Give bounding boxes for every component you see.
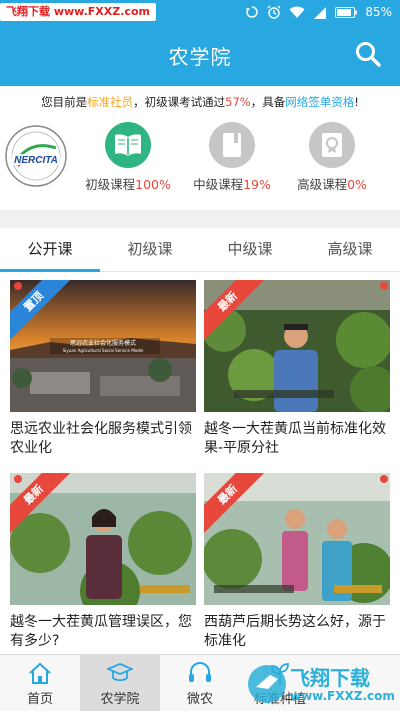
member-status-text: 您目前是标准社员，初级课考试通过57%，具备网络签单资格! — [0, 94, 400, 110]
home-icon — [29, 662, 51, 684]
status-icons: 85% — [245, 3, 392, 21]
watermark-logo-icon — [248, 665, 286, 703]
course-card[interactable]: 最新 越冬一大茬黄瓜当前标准化效果-平原分社 — [204, 280, 390, 460]
course-level-row: NERCITA 初级课程100% 中级课程19% 高级课程0% — [0, 118, 400, 196]
book-icon — [105, 122, 151, 168]
course-thumbnail: 思远农业社会化服务模式 Siyuan Agricultural Social S… — [10, 280, 196, 412]
course-thumbnail: 最新 — [10, 473, 196, 605]
nav-academy-label: 农学院 — [100, 692, 140, 707]
app-header: 农学院 — [0, 24, 400, 86]
level-primary-percent: 100% — [135, 177, 171, 192]
signal-icon — [314, 6, 327, 19]
alarm-icon — [267, 5, 281, 19]
battery-level: 85% — [365, 5, 392, 19]
status-bar: 飞翔下载 www.FXXZ.com 85% — [0, 0, 400, 24]
nercita-logo: NERCITA — [5, 125, 67, 187]
member-type: 标准社员 — [87, 95, 134, 109]
thumbnail-caption-en: Siyuan Agricultural Social Service Model — [63, 348, 143, 353]
nav-home-label: 首页 — [26, 692, 53, 707]
course-tabs: 公开课 初级课 中级课 高级课 — [0, 228, 400, 272]
nav-academy[interactable]: 农学院 — [80, 655, 160, 711]
tab-advanced[interactable]: 高级课 — [300, 228, 400, 271]
course-title[interactable]: 越冬一大茬黄瓜当前标准化效果-平原分社 — [204, 420, 390, 460]
course-title[interactable]: 越冬一大茬黄瓜管理误区，您有多少? — [10, 613, 196, 653]
watermark-text: 飞翔下载 — [290, 666, 370, 690]
download-site-watermark: 飞翔下载 www.FXXZ.com — [0, 3, 156, 21]
member-middle: ，初级课考试通过 — [133, 95, 226, 109]
tab-public[interactable]: 公开课 — [0, 228, 100, 272]
course-card[interactable]: 最新 西葫芦后期长势这么好，源于标准化 — [204, 473, 390, 653]
graduation-cap-icon — [107, 663, 133, 682]
nav-weinong-label: 微农 — [186, 692, 213, 707]
section-divider — [0, 210, 400, 228]
logo-text: NERCITA — [14, 155, 58, 166]
course-card[interactable]: 思远农业社会化服务模式 Siyuan Agricultural Social S… — [10, 280, 196, 460]
course-card[interactable]: 最新 越冬一大茬黄瓜管理误区，您有多少? — [10, 473, 196, 653]
qualification-link[interactable]: 网络签单资格 — [285, 95, 354, 109]
level-advanced-percent: 0% — [347, 177, 367, 192]
course-thumbnail: 最新 — [204, 280, 390, 412]
pass-rate: 57% — [225, 95, 251, 109]
member-middle2: ，具备 — [250, 95, 286, 109]
tab-intermediate[interactable]: 中级课 — [200, 228, 300, 271]
watermark-url: www.FXXZ.com — [290, 689, 395, 703]
tab-primary[interactable]: 初级课 — [100, 228, 200, 271]
level-advanced-label: 高级课程 — [297, 177, 348, 192]
level-primary[interactable]: 初级课程100% — [76, 122, 180, 193]
nav-weinong[interactable]: 微农 — [160, 655, 240, 711]
thumbnail-caption: 思远农业社会化服务模式 — [70, 339, 136, 347]
sync-icon — [246, 6, 259, 18]
battery-icon — [335, 6, 358, 18]
course-grid: 思远农业社会化服务模式 Siyuan Agricultural Social S… — [0, 272, 400, 654]
nav-home[interactable]: 首页 — [0, 655, 80, 711]
bottom-navigation: 首页 农学院 微农 标准种植 飞翔下载 www.FXXZ.com — [0, 654, 400, 711]
level-intermediate-percent: 19% — [243, 177, 271, 192]
level-primary-label: 初级课程 — [85, 177, 136, 192]
course-title[interactable]: 西葫芦后期长势这么好，源于标准化 — [204, 613, 390, 653]
page-title: 农学院 — [168, 45, 232, 69]
site-watermark: 飞翔下载 www.FXXZ.com — [246, 659, 396, 709]
level-advanced[interactable]: 高级课程0% — [280, 122, 384, 193]
member-suffix: ! — [354, 95, 359, 109]
course-title[interactable]: 思远农业社会化服务模式引领农业化 — [10, 420, 196, 460]
wifi-icon — [289, 6, 305, 18]
search-icon[interactable] — [354, 40, 382, 68]
certificate-icon — [309, 122, 355, 168]
level-intermediate[interactable]: 中级课程19% — [180, 122, 284, 193]
notebook-icon — [209, 122, 255, 168]
course-thumbnail: 最新 — [204, 473, 390, 605]
headset-icon — [189, 662, 211, 682]
member-prefix: 您目前是 — [41, 95, 88, 109]
level-intermediate-label: 中级课程 — [193, 177, 244, 192]
